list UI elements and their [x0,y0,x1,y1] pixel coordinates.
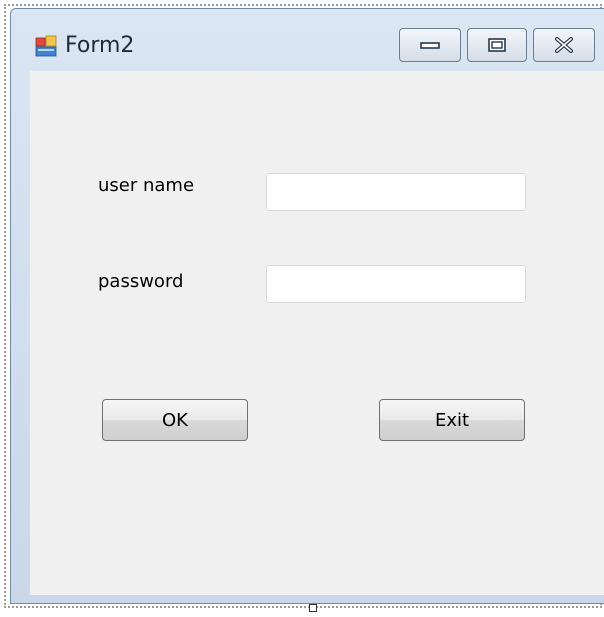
maximize-icon [488,38,506,52]
form-client-area: user name password OK Exit [30,71,604,595]
ok-button[interactable]: OK [102,399,248,441]
close-icon [555,37,573,53]
minimize-icon [420,42,440,49]
form-icon [35,35,57,57]
form-window: Form2 user name password OK Exit [10,8,604,604]
title-bar[interactable]: Form2 [11,9,604,71]
close-button[interactable] [533,28,595,62]
password-input[interactable] [266,265,526,303]
maximize-button[interactable] [467,28,527,62]
resize-handle[interactable] [309,604,317,612]
username-input[interactable] [266,173,526,211]
exit-button[interactable]: Exit [379,399,525,441]
username-label: user name [98,175,195,196]
window-title: Form2 [65,33,135,58]
minimize-button[interactable] [399,28,461,62]
password-label: password [98,271,184,292]
